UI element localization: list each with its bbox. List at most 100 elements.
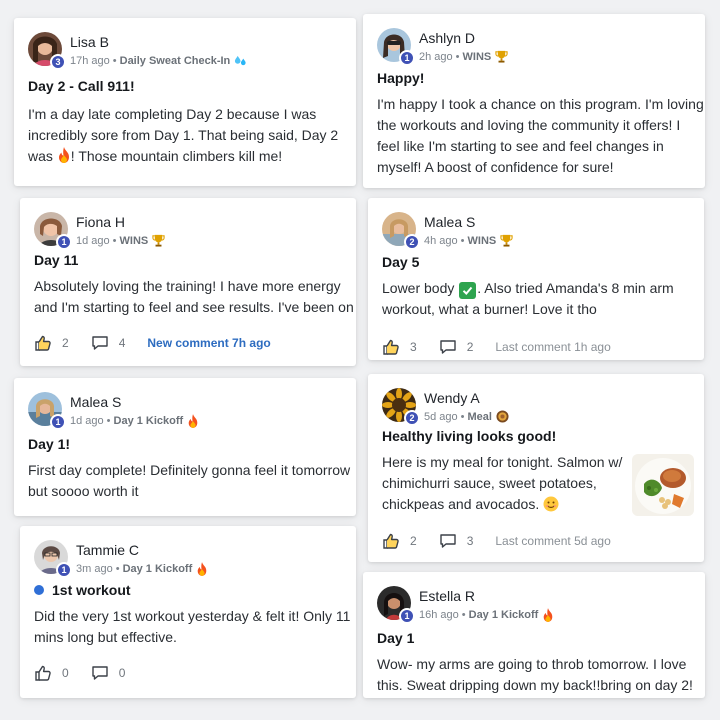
post-category[interactable]: Meal [468, 411, 492, 423]
comment-button[interactable]: 2 [439, 338, 474, 356]
level-badge: 2 [404, 234, 420, 250]
comment-count: 0 [118, 666, 126, 680]
thumbs-up-icon [382, 532, 400, 550]
post-category[interactable]: Day 1 Kickoff [114, 415, 184, 427]
post-header: 1 Estella R 16h ago • Day 1 Kickoff [377, 586, 677, 626]
author-name[interactable]: Malea S [70, 394, 121, 410]
post-category[interactable]: Day 1 Kickoff [123, 563, 193, 575]
comment-button[interactable]: 3 [439, 532, 474, 550]
post-meta: 1d ago • WINS [76, 234, 165, 247]
author-name[interactable]: Tammie C [76, 542, 139, 558]
post-meta: 16h ago • Day 1 Kickoff [419, 608, 554, 622]
meal-photo[interactable] [632, 454, 694, 516]
post-category[interactable]: WINS [120, 235, 149, 247]
level-badge: 3 [50, 54, 66, 70]
post-meta: 1d ago • Day 1 Kickoff [70, 414, 199, 428]
comment-button[interactable]: 0 [91, 664, 126, 682]
like-button[interactable]: 0 [34, 664, 69, 682]
post-meta: 4h ago • WINS [424, 234, 513, 247]
comment-icon [91, 334, 109, 352]
post-card[interactable]: 2 Malea S 4h ago • WINS Day 5 Lower body … [368, 198, 704, 360]
level-badge: 1 [50, 414, 66, 430]
comment-icon [439, 532, 457, 550]
post-title[interactable]: 1st workout [34, 582, 131, 598]
post-header: 2 Wendy A 5d ago • Meal [382, 388, 682, 428]
post-header: 1 Tammie C 3m ago • Day 1 Kickoff [34, 540, 334, 580]
comment-icon [91, 664, 109, 682]
like-button[interactable]: 2 [382, 532, 417, 550]
post-actions: 2 3 Last comment 5d ago [382, 532, 611, 550]
level-badge: 1 [56, 234, 72, 250]
post-time: 1d ago [70, 415, 104, 427]
post-body: Lower body . Also tried Amanda's 8 min a… [382, 280, 674, 317]
fire-icon [542, 608, 554, 622]
last-comment-link[interactable]: Last comment 1h ago [495, 340, 610, 354]
smile-icon [543, 496, 559, 512]
level-badge: 1 [56, 562, 72, 578]
post-title[interactable]: Happy! [377, 70, 424, 86]
post-time: 17h ago [70, 54, 110, 67]
fire-icon [196, 562, 208, 576]
post-body: Here is my meal for tonight. Salmon w/ c… [382, 454, 623, 512]
post-card[interactable]: 1 Estella R 16h ago • Day 1 Kickoff Day 1… [363, 572, 705, 698]
like-count: 2 [410, 534, 417, 548]
post-category[interactable]: Daily Sweat Check-In [120, 55, 231, 67]
level-badge: 1 [399, 608, 415, 624]
like-count: 0 [62, 666, 69, 680]
trophy-icon [500, 234, 513, 247]
post-body: Wow- my arms are going to throb tomorrow… [377, 656, 693, 693]
post-actions: 3 2 Last comment 1h ago [382, 338, 611, 356]
author-name[interactable]: Lisa B [70, 34, 109, 50]
new-comment-link[interactable]: New comment 7h ago [147, 336, 270, 350]
post-header: 3 Lisa B 17h ago • Daily Sweat Check-In [28, 32, 328, 72]
trophy-icon [152, 234, 165, 247]
post-card[interactable]: 3 Lisa B 17h ago • Daily Sweat Check-In D… [14, 18, 356, 186]
post-category[interactable]: Day 1 Kickoff [469, 609, 539, 621]
post-time: 4h ago [424, 234, 458, 247]
droplets-icon [234, 54, 247, 67]
post-header: 2 Malea S 4h ago • WINS [382, 212, 682, 252]
last-comment-link[interactable]: Last comment 5d ago [495, 534, 610, 548]
like-count: 3 [410, 340, 417, 354]
like-button[interactable]: 2 [34, 334, 69, 352]
post-time: 5d ago [424, 410, 458, 423]
author-name[interactable]: Malea S [424, 214, 475, 230]
post-meta: 5d ago • Meal [424, 410, 509, 423]
author-name[interactable]: Wendy A [424, 390, 480, 406]
post-card[interactable]: 1 Malea S 1d ago • Day 1 Kickoff Day 1! F… [14, 378, 356, 516]
post-category[interactable]: WINS [468, 235, 497, 247]
comment-count: 2 [466, 340, 474, 354]
fire-icon [57, 147, 71, 163]
author-name[interactable]: Fiona H [76, 214, 125, 230]
post-card[interactable]: 1 Fiona H 1d ago • WINS Day 11 Absolutely… [20, 198, 356, 366]
post-category[interactable]: WINS [463, 51, 492, 63]
check-mark-icon [459, 282, 477, 299]
post-title[interactable]: Day 11 [34, 252, 78, 268]
post-body: Absolutely loving the training! I have m… [34, 278, 354, 315]
post-time: 3m ago [76, 563, 113, 575]
post-actions: 0 0 [34, 664, 147, 682]
thumbs-up-icon [382, 338, 400, 356]
post-card[interactable]: 1 Ashlyn D 2h ago • WINS Happy! I'm happy… [363, 14, 705, 188]
author-name[interactable]: Ashlyn D [419, 30, 475, 46]
post-title[interactable]: Day 2 - Call 911! [28, 78, 135, 94]
post-title[interactable]: Healthy living looks good! [382, 428, 556, 444]
like-button[interactable]: 3 [382, 338, 417, 356]
post-title[interactable]: Day 1! [28, 436, 70, 452]
comment-count: 3 [466, 534, 474, 548]
trophy-icon [495, 50, 508, 63]
post-title[interactable]: Day 1 [377, 630, 414, 646]
post-card[interactable]: 2 Wendy A 5d ago • Meal Healthy living lo… [368, 374, 704, 562]
thumbs-up-icon [34, 334, 52, 352]
post-meta: 17h ago • Daily Sweat Check-In [70, 54, 247, 67]
post-header: 1 Malea S 1d ago • Day 1 Kickoff [28, 392, 328, 432]
post-body: I'm happy I took a chance on this progra… [377, 96, 704, 175]
author-name[interactable]: Estella R [419, 588, 475, 604]
post-title[interactable]: Day 5 [382, 254, 419, 270]
post-time: 1d ago [76, 234, 110, 247]
post-card[interactable]: 1 Tammie C 3m ago • Day 1 Kickoff 1st wor… [20, 526, 356, 698]
post-header: 1 Ashlyn D 2h ago • WINS [377, 28, 677, 68]
post-time: 16h ago [419, 609, 459, 621]
comment-button[interactable]: 4 [91, 334, 125, 352]
post-time: 2h ago [419, 50, 453, 63]
